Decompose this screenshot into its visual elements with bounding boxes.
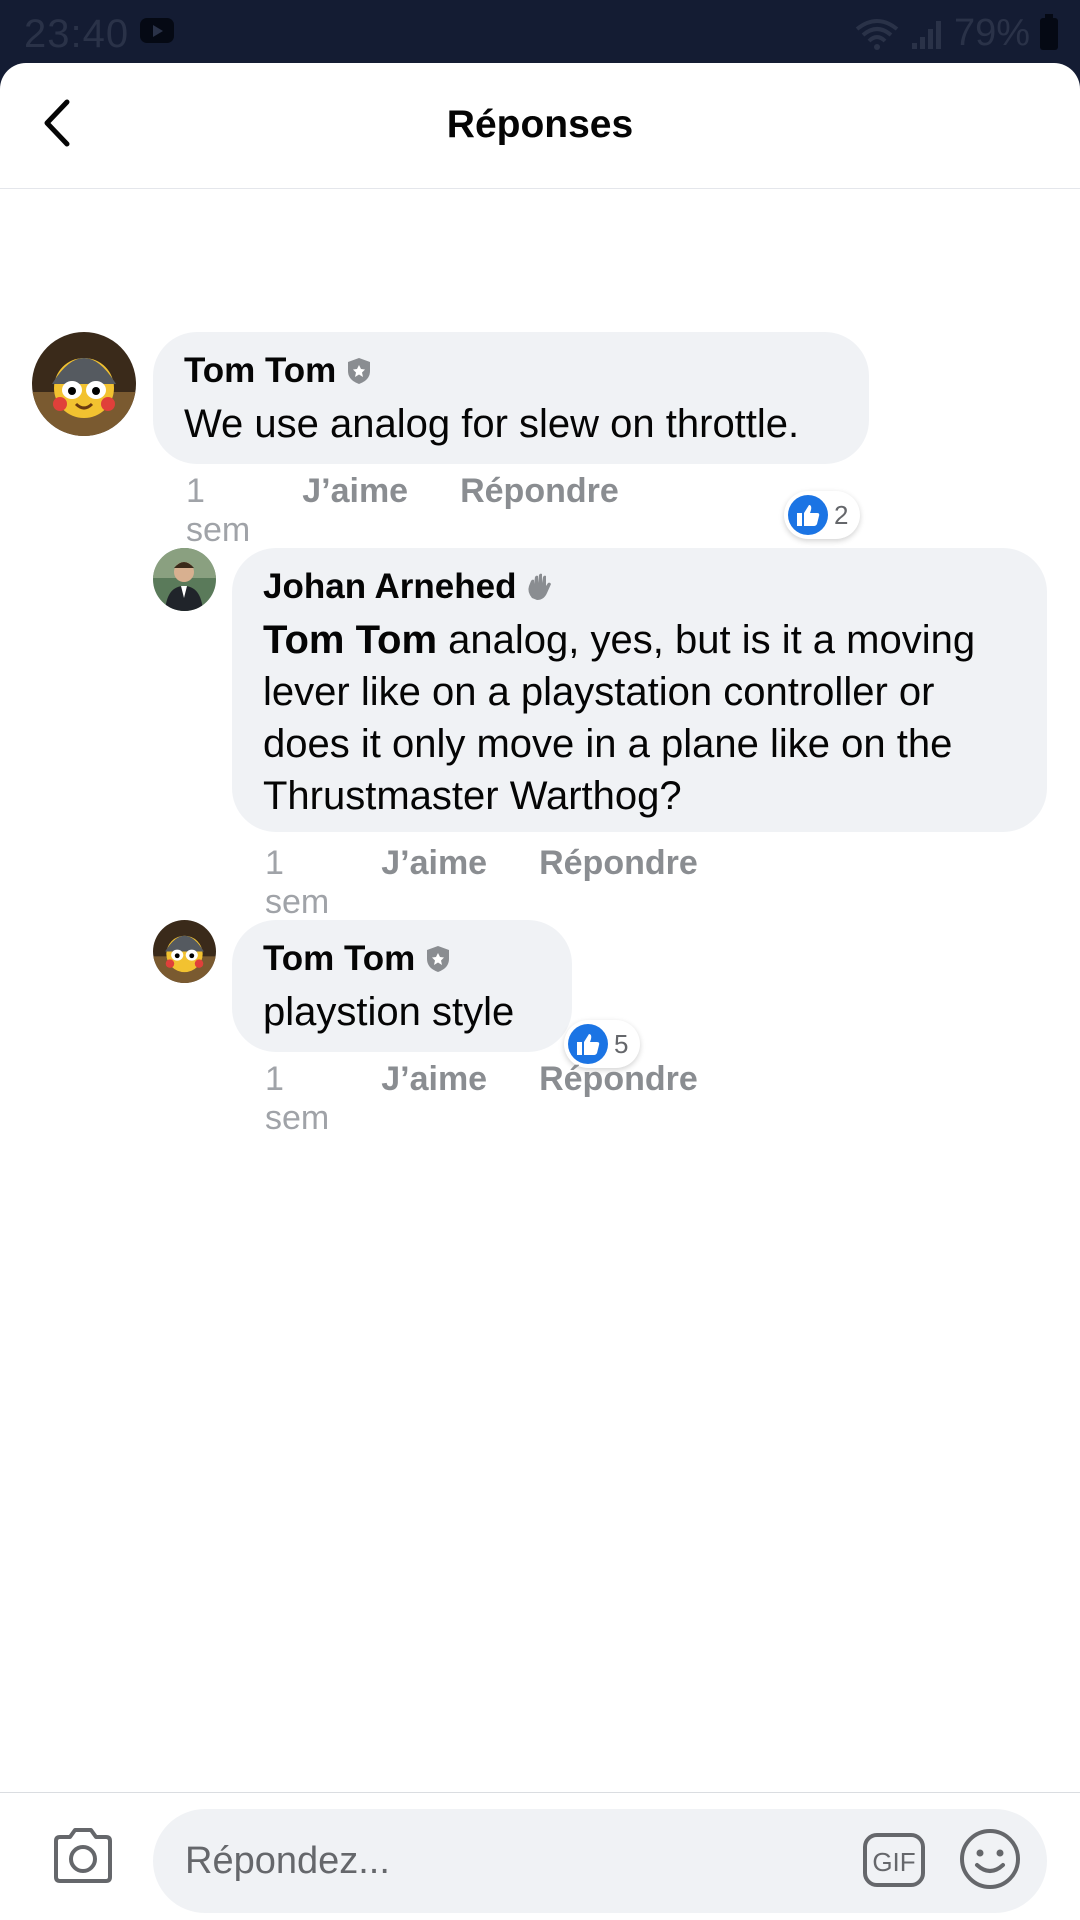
comment-actions: 1 sem J’aime Répondre <box>265 844 698 922</box>
comment-timestamp: 1 sem <box>265 1060 330 1137</box>
like-button[interactable]: J’aime <box>302 472 408 550</box>
avatar[interactable] <box>153 920 216 983</box>
author-name[interactable]: Tom Tom <box>263 938 415 980</box>
wifi-icon <box>855 18 899 50</box>
battery-percentage: 79% <box>953 12 1030 54</box>
emoji-button[interactable] <box>958 1827 1022 1891</box>
avatar[interactable] <box>32 332 136 436</box>
reaction-number: 5 <box>614 1028 629 1059</box>
comment-bubble[interactable]: Tom Tom We use analog for slew on thrott… <box>153 332 869 464</box>
reaction-count[interactable]: 2 <box>784 491 861 539</box>
comment-timestamp: 1 sem <box>265 844 330 921</box>
smiley-icon <box>960 1829 1020 1889</box>
like-reaction-icon <box>788 495 828 535</box>
status-bar: 23:40 79% <box>0 0 1080 64</box>
author-name[interactable]: Tom Tom <box>184 350 336 392</box>
replies-sheet: Réponses Tom Tom We use analog for slew … <box>0 63 1080 1920</box>
author-name[interactable]: Johan Arnehed <box>263 566 516 608</box>
comment-author: Tom Tom <box>184 350 837 392</box>
battery-icon <box>1040 13 1058 50</box>
comment-text: We use analog for slew on throttle. <box>184 402 800 446</box>
like-reaction-icon <box>568 1024 608 1064</box>
status-indicators: 79% <box>854 12 1058 55</box>
header: Réponses <box>0 63 1080 189</box>
reply-button[interactable]: Répondre <box>539 1060 698 1138</box>
comment-bubble[interactable]: Johan Arnehed Tom Tom analog, yes, but i… <box>232 548 1047 832</box>
comment-text: Tom Tom analog, yes, but is it a moving … <box>263 614 1015 822</box>
camera-icon <box>54 1828 112 1883</box>
gif-icon: GIF <box>863 1833 925 1887</box>
reaction-number: 2 <box>834 499 849 530</box>
page-title: Réponses <box>446 103 634 146</box>
reply-button[interactable]: Répondre <box>539 844 698 922</box>
signal-icon <box>911 20 941 49</box>
avatar[interactable] <box>153 548 216 611</box>
waving-hand-badge-icon <box>528 573 552 600</box>
avatar-image <box>153 920 216 983</box>
avatar-image <box>153 548 216 611</box>
comment-bubble[interactable]: Tom Tom playstion style <box>232 920 572 1052</box>
comment-actions: 1 sem J’aime Répondre <box>265 1060 698 1138</box>
comment-author: Tom Tom <box>263 938 540 980</box>
comment-author: Johan Arnehed <box>263 566 1015 608</box>
comment-text: playstion style <box>263 990 515 1034</box>
youtube-notification-icon <box>140 18 174 43</box>
reply-composer: GIF <box>0 1792 1080 1920</box>
reply-button[interactable]: Répondre <box>460 472 619 550</box>
gif-button[interactable]: GIF <box>862 1830 926 1890</box>
status-time: 23:40 <box>24 12 130 56</box>
shield-badge-icon <box>348 358 371 384</box>
camera-button[interactable] <box>50 1825 116 1887</box>
like-button[interactable]: J’aime <box>381 844 487 922</box>
comment-timestamp: 1 sem <box>186 472 251 549</box>
comment-actions: 1 sem J’aime Répondre <box>186 472 619 550</box>
shield-badge-icon <box>427 946 450 972</box>
like-button[interactable]: J’aime <box>381 1060 487 1138</box>
mention-tag[interactable]: Tom Tom <box>263 618 437 662</box>
avatar-image <box>32 332 136 436</box>
gif-label: GIF <box>872 1847 915 1877</box>
